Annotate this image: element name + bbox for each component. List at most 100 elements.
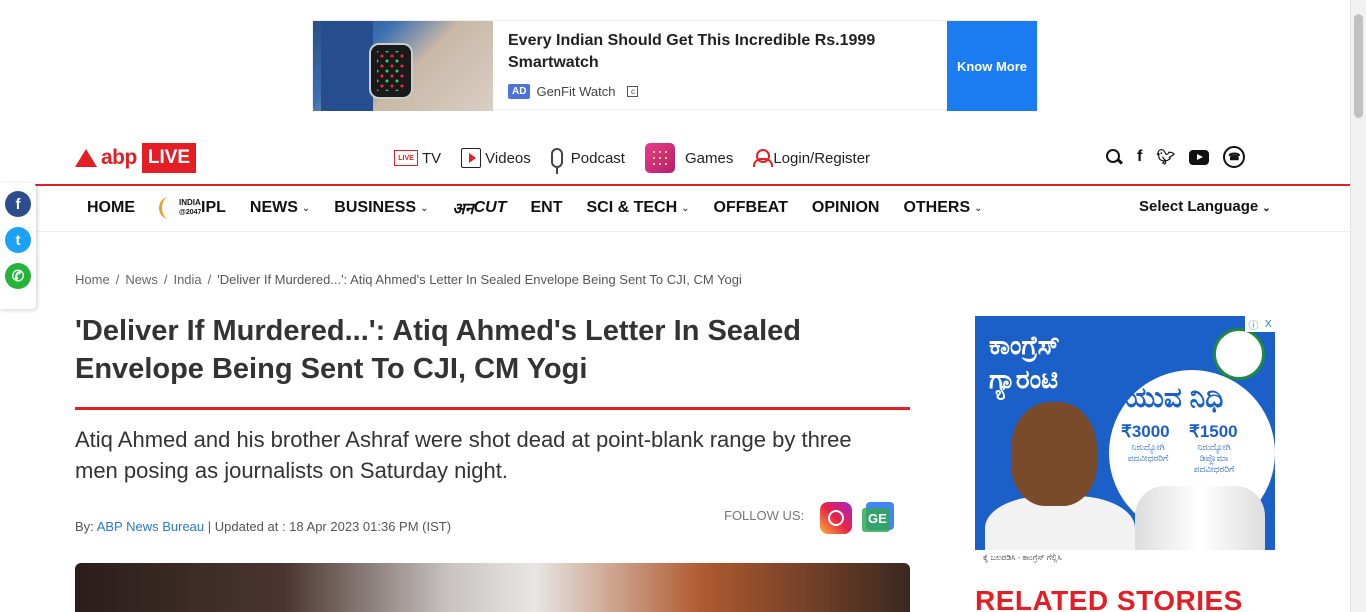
search-icon[interactable] [1105,148,1123,166]
share-bar: f t ✆ [0,183,36,309]
side-ad-amount-1: ₹3000 [1121,422,1170,441]
nav-tv-label: TV [422,149,442,167]
language-label: Select Language [1139,198,1259,215]
ad-sponsor-name: GenFit Watch [536,84,616,99]
logo-live-badge: LIVE [141,143,197,173]
title-divider [75,407,910,410]
nav-news[interactable]: NEWS ⌄ [250,199,310,217]
nav-videos-label: Videos [485,149,531,167]
nav-others-label: OTHERS [903,199,971,216]
breadcrumb-news[interactable]: News [125,272,158,287]
user-icon [753,149,774,167]
ancut-suffix: CUT [473,199,507,216]
phone-icon[interactable]: ☎ [1223,146,1246,168]
youtube-icon[interactable] [1189,149,1210,165]
ad-sponsor: AD GenFit Watch c [508,84,639,99]
ad-close-controls[interactable]: ⓘ X [1245,316,1275,332]
facebook-share-icon[interactable]: f [5,191,31,217]
nav-business[interactable]: BUSINESS ⌄ [334,199,428,217]
breadcrumb: Home / News / India / 'Deliver If Murder… [75,272,742,287]
nav-podcast-label: Podcast [570,149,625,167]
nav-tv[interactable]: LIVE TV [394,150,441,167]
nav-opinion[interactable]: OPINION [812,199,880,217]
twitter-icon[interactable]: 🐦︎ [1156,148,1175,166]
breadcrumb-home[interactable]: Home [75,272,110,287]
nav-videos[interactable]: Videos [461,148,531,168]
article-summary: Atiq Ahmed and his brother Ashraf were s… [75,427,852,483]
chevron-down-icon: ⌄ [301,202,311,214]
side-ad-sub-1: ನಿರುದ್ಯೋಗಿ ಪದವೀಧರರಿಗೆ [1127,442,1169,463]
nav-login-label: Login/Register [773,149,871,167]
breadcrumb-separator: / [207,272,212,287]
abp-live-logo[interactable]: abp LIVE [75,143,197,173]
breadcrumb-india[interactable]: India [173,272,201,287]
adchoices-icon[interactable]: c [627,86,639,97]
nav-login[interactable]: Login/Register [753,149,870,167]
india-logo-year: @2047 [179,209,202,216]
side-ad-heading: ಕಾಂಗ್ರೆಸ್ ಗ್ಯಾರಂಟಿ [989,330,1060,394]
chevron-down-icon: ⌄ [974,202,983,214]
nav-offbeat[interactable]: OFFBEAT [714,199,788,217]
twitter-share-icon[interactable]: t [5,227,31,253]
facebook-icon[interactable]: f [1137,148,1142,166]
ad-info-icon[interactable]: ⓘ [1248,317,1258,332]
article-byline: By: ABP News Bureau | Updated at : 18 Ap… [75,519,451,534]
whatsapp-share-icon[interactable]: ✆ [5,263,31,289]
article-hero-image [75,563,910,612]
chevron-down-icon: ⌄ [1262,203,1271,214]
side-ad-amount-2: ₹1500 [1189,422,1238,441]
nav-podcast[interactable]: Podcast [550,148,625,174]
nav-others[interactable]: OTHERS ⌄ [903,199,982,217]
nav-games[interactable]: Games [644,143,734,173]
utility-nav: LIVE TV Videos Podcast Games Login/Regis… [394,143,890,174]
google-news-icon[interactable]: GE [862,502,898,534]
nav-ancut[interactable]: अन CUT [452,197,506,219]
ancut-prefix: अन [452,201,474,218]
nav-business-label: BUSINESS [334,199,417,216]
breadcrumb-current: 'Deliver If Murdered...': Atiq Ahmed's L… [217,272,742,287]
logo-text: abp [101,146,137,169]
side-ad-person-face [1011,402,1097,506]
related-stories-heading: RELATED STORIES [975,585,1243,612]
page: Every Indian Should Get This Incredible … [0,0,1366,612]
main-nav: HOME INDIA @2047 IPL NEWS ⌄ BUSINESS ⌄ अन C… [0,184,1350,232]
author-link[interactable]: ABP News Bureau [97,519,204,534]
sidebar-ad[interactable]: ಕಾಂಗ್ರೆಸ್ ಗ್ಯಾರಂಟಿ ಯುವ ನಿಧಿ ₹3000 ₹1500 … [975,316,1275,566]
nav-ent[interactable]: ENT [530,199,562,217]
byline-label: By: [75,519,94,534]
microphone-icon [550,148,563,174]
updated-timestamp: | Updated at : 18 Apr 2023 01:36 PM (IST… [204,519,452,534]
instagram-icon[interactable] [820,502,852,534]
congress-hand-logo-icon [1213,328,1265,380]
ad-smartwatch-image [313,21,493,111]
side-ad-sub-2: ನಿರುದ್ಯೋಗಿ ಡಿಪ್ಲೊಮಾ ಪದವೀಧರರಿಗೆ [1193,442,1235,474]
india-logo-text: INDIA [179,198,201,207]
top-ad-banner[interactable]: Every Indian Should Get This Incredible … [312,20,1038,111]
live-tv-icon: LIVE [394,150,418,166]
video-play-icon [461,148,482,168]
article-title: 'Deliver If Murdered...': Atiq Ahmed's L… [75,315,801,385]
side-ad-scheme: ಯುವ ನಿಧಿ [1125,382,1224,413]
games-icon [644,143,675,173]
scrollbar-thumb[interactable] [1354,14,1363,118]
header-social-icons: f 🐦︎ ☎ [1105,146,1246,168]
ad-close-icon[interactable]: X [1265,319,1272,330]
follow-us-label: FOLLOW US: [724,508,805,523]
nav-home[interactable]: HOME [87,199,135,217]
side-ad-footer: ಕೈ ಬಲಪಡಿಸಿ · ಕಾಂಗ್ರೆಸ್ ಗೆಲ್ಲಿಸಿ [975,550,1275,566]
chevron-down-icon: ⌄ [420,202,429,214]
language-select[interactable]: Select Language ⌄ [1139,198,1271,215]
ad-tag: AD [508,84,531,99]
page-scrollbar[interactable] [1350,0,1366,612]
nav-sci-tech[interactable]: SCI & TECH ⌄ [586,199,689,217]
nav-news-label: NEWS [249,199,298,216]
nav-sci-tech-label: SCI & TECH [586,199,678,216]
breadcrumb-separator: / [163,272,168,287]
logo-triangle-icon [75,149,97,167]
nav-india-2047[interactable]: INDIA @2047 [159,195,207,221]
india-2047-logo-icon [159,197,179,219]
ad-know-more-button[interactable]: Know More [947,21,1037,111]
breadcrumb-separator: / [115,272,120,287]
ad-headline[interactable]: Every Indian Should Get This Incredible … [508,30,928,74]
nav-games-label: Games [684,149,734,167]
